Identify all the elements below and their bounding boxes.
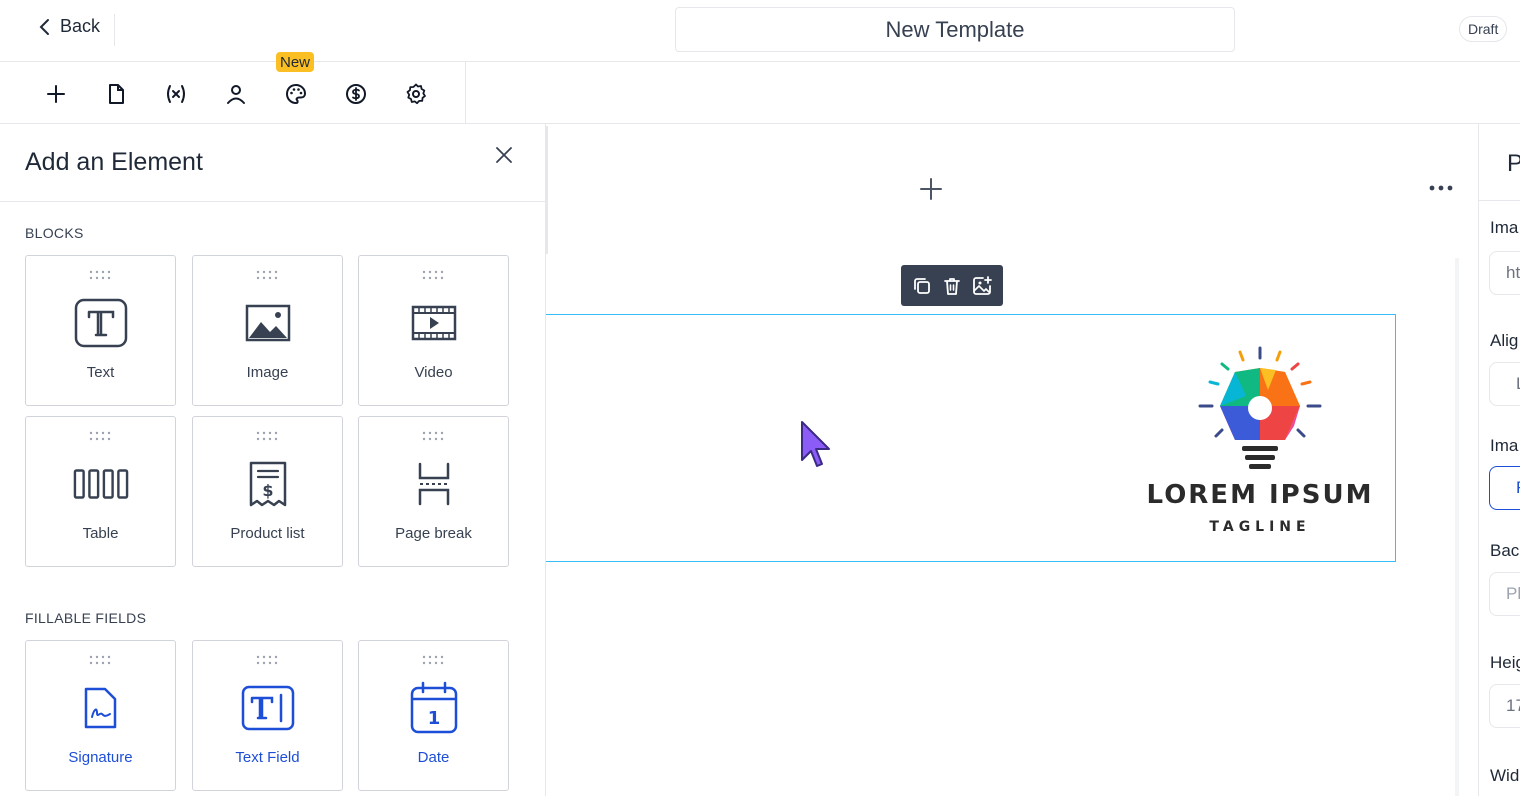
page-break-icon [406,459,462,509]
blocks-heading: BLOCKS [25,225,84,241]
field-signature[interactable]: Signature [25,640,176,791]
document-icon[interactable] [98,76,134,112]
panel-title: P [1507,150,1520,178]
more-options-icon[interactable] [1428,180,1454,196]
drag-handle-icon[interactable] [422,655,446,665]
new-feature-badge: New [276,52,315,72]
width-label: Wid [1490,766,1520,785]
height-input[interactable]: 17 [1489,684,1520,728]
duplicate-icon[interactable] [910,274,934,298]
tile-label: Text [86,364,115,381]
divider [114,14,115,46]
properties-panel: P Ima ht Alig L Ima F Bac Pl Heig 17 Wid [1478,124,1520,796]
calendar-icon: 1 [406,681,462,734]
template-title-input[interactable]: New Template [675,7,1235,52]
image-label: Ima [1490,436,1519,455]
panel-title: Add an Element [25,148,203,176]
alignment-select[interactable]: L [1489,362,1520,406]
variable-icon[interactable] [158,76,194,112]
back-button[interactable]: Back [38,16,100,37]
user-icon[interactable] [218,76,254,112]
block-page-break[interactable]: Page break [358,416,509,567]
fillable-fields-heading: FILLABLE FIELDS [25,610,147,626]
image-url-label: Ima [1490,218,1519,237]
chevron-left-icon [39,18,49,35]
field-date[interactable]: 1 Date [358,640,509,791]
image-url-input[interactable]: ht [1489,251,1520,295]
drag-handle-icon[interactable] [89,655,113,665]
settings-gear-icon[interactable] [398,76,434,112]
drag-handle-icon[interactable] [89,431,113,441]
logo-title: LOREM IPSUM [1146,480,1374,510]
trash-icon[interactable] [940,274,964,298]
main-toolbar [0,62,1520,124]
divider [0,201,546,202]
block-text[interactable]: Text [25,255,176,406]
palette-icon[interactable] [278,76,314,112]
back-label: Back [60,16,101,36]
tile-label: Page break [395,525,472,542]
replace-image-icon[interactable] [970,274,994,298]
add-icon[interactable] [38,76,74,112]
field-text-field[interactable]: Text Field [192,640,343,791]
mouse-cursor-icon [800,420,832,472]
tile-label: Date [417,749,450,766]
svg-text:1: 1 [428,708,441,729]
block-image[interactable]: Image [192,255,343,406]
add-section-icon[interactable] [918,176,944,202]
divider [1479,200,1520,201]
scrollbar[interactable] [545,126,548,254]
drag-handle-icon[interactable] [256,431,280,441]
drag-handle-icon[interactable] [256,655,280,665]
block-video[interactable]: Video [358,255,509,406]
text-field-icon [240,683,296,733]
tile-label: Video [414,364,453,381]
company-logo: LOREM IPSUM TAGLINE [1146,346,1374,542]
image-block-toolbar [901,265,1003,306]
drag-handle-icon[interactable] [422,270,446,280]
height-label: Heig [1490,653,1520,672]
tile-label: Image [246,364,289,381]
add-element-panel: Add an Element BLOCKS Text Image Video T… [0,124,546,796]
dollar-circle-icon[interactable] [338,76,374,112]
drag-handle-icon[interactable] [256,270,280,280]
block-product-list[interactable]: $ Product list [192,416,343,567]
top-bar: Back New Template Draft [0,0,1520,62]
toolbar-divider [465,62,466,124]
video-icon [406,298,462,348]
lightbulb-logo-icon [1198,346,1322,469]
image-upload-button[interactable]: F [1489,466,1520,510]
signature-icon [73,683,129,733]
close-icon[interactable] [492,143,516,167]
image-icon [240,298,296,348]
alignment-label: Alig [1490,331,1519,350]
tile-label: Table [82,525,119,542]
background-label: Bac [1490,541,1520,560]
status-badge: Draft [1459,16,1508,42]
drag-handle-icon[interactable] [422,431,446,441]
logo-tagline: TAGLINE [1209,519,1311,535]
svg-text:$: $ [262,481,273,500]
scrollbar[interactable] [1455,258,1459,796]
tile-label: Product list [230,525,305,542]
tile-label: Text Field [235,749,300,766]
background-input[interactable]: Pl [1489,572,1520,616]
text-icon [73,298,129,348]
table-icon [73,459,129,509]
tile-label: Signature [68,749,133,766]
receipt-icon: $ [240,459,296,509]
block-table[interactable]: Table [25,416,176,567]
drag-handle-icon[interactable] [89,270,113,280]
